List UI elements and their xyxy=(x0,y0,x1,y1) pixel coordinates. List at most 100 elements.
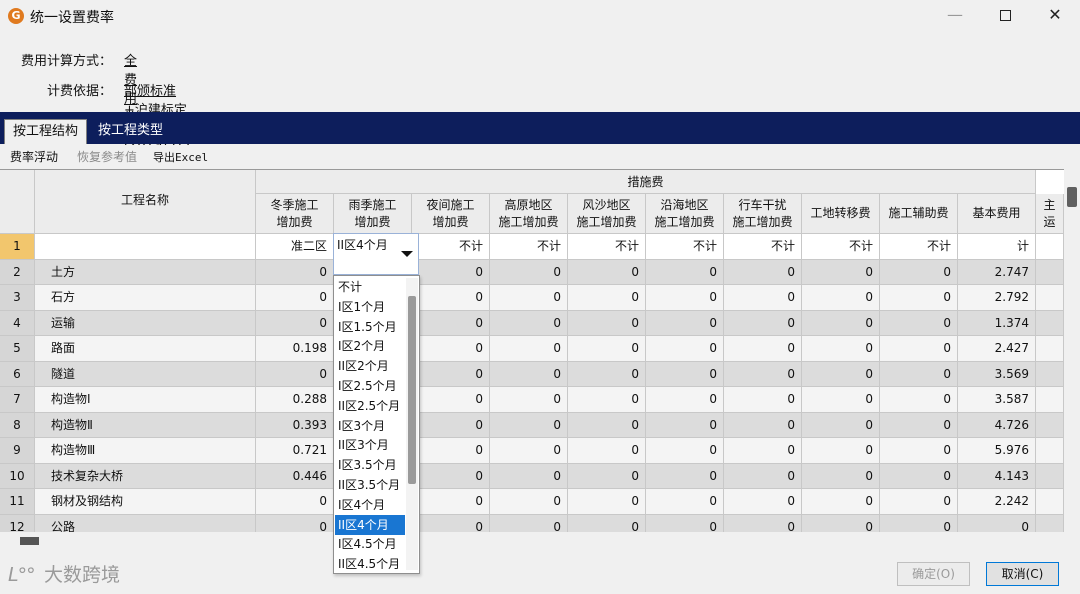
rate-cell[interactable]: 0 xyxy=(412,259,490,285)
rate-cell[interactable]: 0.198 xyxy=(256,336,334,362)
dropdown-option[interactable]: I区1个月 xyxy=(335,297,405,317)
rate-grid[interactable]: 工程名称 措施费 冬季施工 增加费 雨季施工 增加费 夜间施工 增加费 高原地区 施工增加… xyxy=(0,169,1064,532)
rate-cell[interactable]: 0 xyxy=(802,259,880,285)
rate-cell[interactable]: 0 xyxy=(880,361,958,387)
horizontal-scrollbar[interactable] xyxy=(0,532,1064,548)
rate-cell[interactable]: 不计 xyxy=(802,234,880,260)
name-cell[interactable]: 石方 xyxy=(35,285,256,311)
rate-cell[interactable]: 2.792 xyxy=(958,285,1036,311)
export-excel-button[interactable]: 导出Excel xyxy=(153,149,208,165)
dropdown-option[interactable]: I区1.5个月 xyxy=(335,317,405,337)
rate-cell[interactable]: 0 xyxy=(646,387,724,413)
rate-cell[interactable]: 0 xyxy=(568,438,646,464)
rate-cell[interactable] xyxy=(1036,438,1064,464)
restore-reference-button[interactable]: 恢复参考值 xyxy=(77,148,137,165)
name-cell[interactable]: 钢材及钢结构 xyxy=(35,489,256,515)
rate-cell[interactable]: 0 xyxy=(880,336,958,362)
rainy-season-combo[interactable]: II区4个月 xyxy=(333,233,419,275)
rate-cell[interactable]: 0 xyxy=(412,463,490,489)
rate-cell[interactable]: 0 xyxy=(724,438,802,464)
name-cell[interactable]: 路面 xyxy=(35,336,256,362)
rate-cell[interactable]: 准二区 xyxy=(256,234,334,260)
dropdown-option[interactable]: II区2个月 xyxy=(335,356,405,376)
rate-cell[interactable]: 0 xyxy=(802,310,880,336)
dropdown-option[interactable]: I区3个月 xyxy=(335,416,405,436)
dropdown-option[interactable]: 不计 xyxy=(335,277,405,297)
name-cell[interactable]: 隧道 xyxy=(35,361,256,387)
rate-cell[interactable]: 0 xyxy=(646,285,724,311)
rate-cell[interactable]: 0 xyxy=(412,438,490,464)
rate-cell[interactable]: 0 xyxy=(646,463,724,489)
cancel-button[interactable]: 取消(C) xyxy=(986,562,1059,586)
rate-cell[interactable]: 不计 xyxy=(646,234,724,260)
rate-cell[interactable]: 0 xyxy=(256,361,334,387)
dropdown-scrollbar[interactable] xyxy=(406,278,418,570)
tab-by-type[interactable]: 按工程类型 xyxy=(90,119,171,144)
rate-cell[interactable]: 0 xyxy=(490,463,568,489)
rate-cell[interactable]: 4.726 xyxy=(958,412,1036,438)
rate-cell[interactable]: 0.721 xyxy=(256,438,334,464)
rate-cell[interactable] xyxy=(1036,361,1064,387)
rate-cell[interactable]: 0 xyxy=(880,310,958,336)
rate-cell[interactable]: 0 xyxy=(256,310,334,336)
rate-cell[interactable]: 2.747 xyxy=(958,259,1036,285)
rate-cell[interactable]: 0 xyxy=(880,463,958,489)
rate-cell[interactable] xyxy=(1036,387,1064,413)
close-button[interactable]: ✕ xyxy=(1030,0,1080,32)
dropdown-option[interactable]: II区2.5个月 xyxy=(335,396,405,416)
dropdown-option[interactable]: I区4.5个月 xyxy=(335,534,405,554)
rate-cell[interactable]: 0 xyxy=(646,438,724,464)
rate-cell[interactable]: 0 xyxy=(568,412,646,438)
rate-cell[interactable]: 不计 xyxy=(880,234,958,260)
rate-cell[interactable]: 0 xyxy=(880,412,958,438)
rate-cell[interactable]: 0 xyxy=(412,336,490,362)
rate-cell[interactable]: 1.374 xyxy=(958,310,1036,336)
vertical-scroll-thumb[interactable] xyxy=(1067,187,1077,207)
rate-cell[interactable] xyxy=(1036,489,1064,515)
rate-cell[interactable]: 不计 xyxy=(568,234,646,260)
rate-cell[interactable]: 0 xyxy=(880,438,958,464)
rate-cell[interactable]: 0 xyxy=(646,361,724,387)
rate-cell[interactable]: 0 xyxy=(724,463,802,489)
rate-cell[interactable]: 0.446 xyxy=(256,463,334,489)
dropdown-option[interactable]: II区4个月 xyxy=(335,514,405,535)
rate-cell[interactable]: 0 xyxy=(490,514,568,532)
rate-cell[interactable]: 不计 xyxy=(724,234,802,260)
dropdown-option[interactable]: I区2个月 xyxy=(335,336,405,356)
rate-cell[interactable]: 0 xyxy=(568,336,646,362)
name-cell[interactable] xyxy=(35,234,256,260)
name-cell[interactable]: 技术复杂大桥 xyxy=(35,463,256,489)
rate-cell[interactable] xyxy=(1036,514,1064,532)
rate-cell[interactable]: 0 xyxy=(568,259,646,285)
rate-cell[interactable]: 0 xyxy=(412,412,490,438)
rate-cell[interactable]: 3.587 xyxy=(958,387,1036,413)
rate-cell[interactable]: 0 xyxy=(412,361,490,387)
rate-cell[interactable]: 0 xyxy=(802,489,880,515)
dropdown-scroll-thumb[interactable] xyxy=(408,296,416,484)
rate-cell[interactable]: 计 xyxy=(958,234,1036,260)
rate-cell[interactable]: 0.288 xyxy=(256,387,334,413)
rate-cell[interactable]: 2.242 xyxy=(958,489,1036,515)
rate-cell[interactable]: 0 xyxy=(724,361,802,387)
rate-cell[interactable] xyxy=(1036,310,1064,336)
rate-cell[interactable]: 0 xyxy=(568,361,646,387)
rate-cell[interactable] xyxy=(1036,234,1064,260)
rate-cell[interactable] xyxy=(1036,259,1064,285)
float-rate-button[interactable]: 费率浮动 xyxy=(10,148,58,165)
rate-cell[interactable]: 0 xyxy=(880,259,958,285)
rate-cell[interactable]: 0 xyxy=(724,387,802,413)
rate-cell[interactable]: 0 xyxy=(880,514,958,532)
rate-cell[interactable]: 0 xyxy=(802,463,880,489)
rate-cell[interactable]: 0 xyxy=(646,259,724,285)
rate-cell[interactable] xyxy=(1036,285,1064,311)
rate-cell[interactable]: 0 xyxy=(724,285,802,311)
rate-cell[interactable]: 0 xyxy=(256,514,334,532)
maximize-button[interactable] xyxy=(980,0,1030,32)
rate-cell[interactable] xyxy=(1036,412,1064,438)
name-cell[interactable]: 公路 xyxy=(35,514,256,532)
dropdown-option[interactable]: II区3.5个月 xyxy=(335,475,405,495)
rate-cell[interactable]: 0 xyxy=(568,489,646,515)
rate-cell[interactable]: 0 xyxy=(880,387,958,413)
ok-button[interactable]: 确定(O) xyxy=(897,562,970,586)
rate-cell[interactable]: 0 xyxy=(412,310,490,336)
